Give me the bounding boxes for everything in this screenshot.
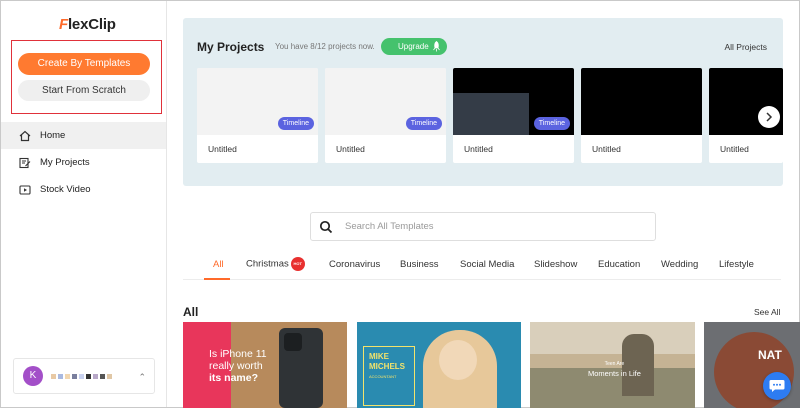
project-thumbnail bbox=[581, 68, 702, 135]
sidebar-item-home[interactable]: Home bbox=[1, 122, 166, 149]
timeline-badge: Timeline bbox=[405, 117, 442, 130]
home-icon bbox=[19, 130, 31, 142]
project-name: Untitled bbox=[464, 144, 493, 154]
sky-area bbox=[530, 322, 695, 354]
template-text: MIKE MICHELS ACCOUNTANT bbox=[369, 352, 405, 382]
project-name: Untitled bbox=[720, 144, 749, 154]
sidebar-nav: Home My Projects Stock Video bbox=[1, 122, 166, 203]
chevron-up-icon: ⌃ bbox=[138, 372, 146, 382]
template-line: MICHELS bbox=[369, 362, 405, 371]
chat-support-button[interactable] bbox=[763, 372, 791, 400]
upgrade-label: Upgrade bbox=[398, 42, 429, 51]
chevron-right-icon bbox=[766, 112, 773, 122]
projects-count-text: You have 8/12 projects now. bbox=[275, 42, 375, 51]
template-line: MIKE bbox=[369, 352, 389, 361]
video-icon bbox=[19, 184, 31, 196]
tab-lifestyle[interactable]: Lifestyle bbox=[719, 259, 754, 270]
tab-social-media[interactable]: Social Media bbox=[460, 259, 514, 270]
tab-business[interactable]: Business bbox=[400, 259, 439, 270]
user-menu[interactable]: K ⌃ bbox=[13, 358, 155, 394]
all-projects-link[interactable]: All Projects bbox=[724, 42, 767, 52]
templates-section-title: All bbox=[183, 305, 199, 319]
thumbnail-frame bbox=[453, 93, 529, 135]
see-all-link[interactable]: See All bbox=[754, 307, 780, 317]
template-line: Teen Are bbox=[604, 361, 625, 367]
template-line: ACCOUNTANT bbox=[369, 374, 397, 379]
search-bar bbox=[310, 212, 656, 241]
tab-christmas[interactable]: Christmas HOT bbox=[246, 257, 305, 271]
rocket-icon bbox=[433, 41, 440, 52]
tab-wedding[interactable]: Wedding bbox=[661, 259, 698, 270]
tab-slideshow[interactable]: Slideshow bbox=[534, 259, 577, 270]
phone-image bbox=[279, 328, 323, 408]
project-thumbnail: Timeline bbox=[197, 68, 318, 135]
start-from-scratch-button[interactable]: Start From Scratch bbox=[18, 80, 150, 101]
logo-text: lexClip bbox=[67, 16, 116, 33]
chat-icon bbox=[769, 380, 785, 392]
template-text: NAT bbox=[758, 348, 782, 362]
my-projects-panel: My Projects You have 8/12 projects now. … bbox=[183, 18, 783, 186]
highlight-box bbox=[11, 40, 162, 114]
project-thumbnail: Timeline bbox=[453, 68, 574, 135]
template-line: its name? bbox=[209, 372, 259, 384]
template-line: Is iPhone 11 bbox=[209, 348, 267, 360]
sidebar-item-label: My Projects bbox=[40, 157, 90, 168]
project-thumbnail: Timeline bbox=[325, 68, 446, 135]
timeline-badge: Timeline bbox=[277, 117, 314, 130]
sidebar: FlexClip Create By Templates Start From … bbox=[1, 1, 167, 407]
search-input[interactable] bbox=[345, 221, 625, 232]
project-card[interactable]: Timeline Untitled bbox=[453, 68, 574, 163]
project-name: Untitled bbox=[208, 144, 237, 154]
tab-all[interactable]: All bbox=[213, 259, 224, 270]
template-card[interactable]: MIKE MICHELS ACCOUNTANT bbox=[357, 322, 521, 408]
project-name: Untitled bbox=[592, 144, 621, 154]
project-card[interactable]: Timeline Untitled bbox=[197, 68, 318, 163]
project-card[interactable]: Untitled bbox=[581, 68, 702, 163]
face-shape bbox=[439, 340, 477, 380]
category-tabs: All Christmas HOT Coronavirus Business So… bbox=[183, 253, 781, 280]
tab-coronavirus[interactable]: Coronavirus bbox=[329, 259, 380, 270]
project-name: Untitled bbox=[336, 144, 365, 154]
sidebar-item-label: Stock Video bbox=[40, 184, 91, 195]
tab-label: Christmas bbox=[246, 258, 289, 270]
template-text: Is iPhone 11 really worth its name? bbox=[209, 348, 267, 384]
hot-badge: HOT bbox=[290, 257, 305, 271]
template-text: Teen Are Moments in Life bbox=[588, 360, 641, 378]
timeline-badge: Timeline bbox=[533, 117, 570, 130]
edit-icon bbox=[19, 157, 31, 169]
avatar: K bbox=[23, 366, 43, 386]
upgrade-button[interactable]: Upgrade bbox=[381, 38, 447, 55]
section-title: My Projects bbox=[197, 40, 265, 54]
template-line: really worth bbox=[209, 360, 263, 372]
template-card[interactable]: Teen Are Moments in Life bbox=[530, 322, 695, 408]
project-card[interactable]: Timeline Untitled bbox=[325, 68, 446, 163]
next-arrow-button[interactable] bbox=[758, 106, 780, 128]
flexclip-logo[interactable]: FlexClip bbox=[59, 16, 116, 33]
sidebar-item-stock-video[interactable]: Stock Video bbox=[1, 176, 166, 203]
template-card[interactable]: Is iPhone 11 really worth its name? bbox=[183, 322, 347, 408]
sidebar-item-label: Home bbox=[40, 130, 66, 141]
user-name-redacted bbox=[51, 373, 112, 379]
active-tab-underline bbox=[204, 278, 230, 280]
sidebar-item-my-projects[interactable]: My Projects bbox=[1, 149, 166, 176]
tab-education[interactable]: Education bbox=[598, 259, 640, 270]
template-line: Moments in Life bbox=[588, 369, 641, 378]
create-by-templates-button[interactable]: Create By Templates bbox=[18, 53, 150, 75]
search-icon bbox=[319, 220, 333, 233]
